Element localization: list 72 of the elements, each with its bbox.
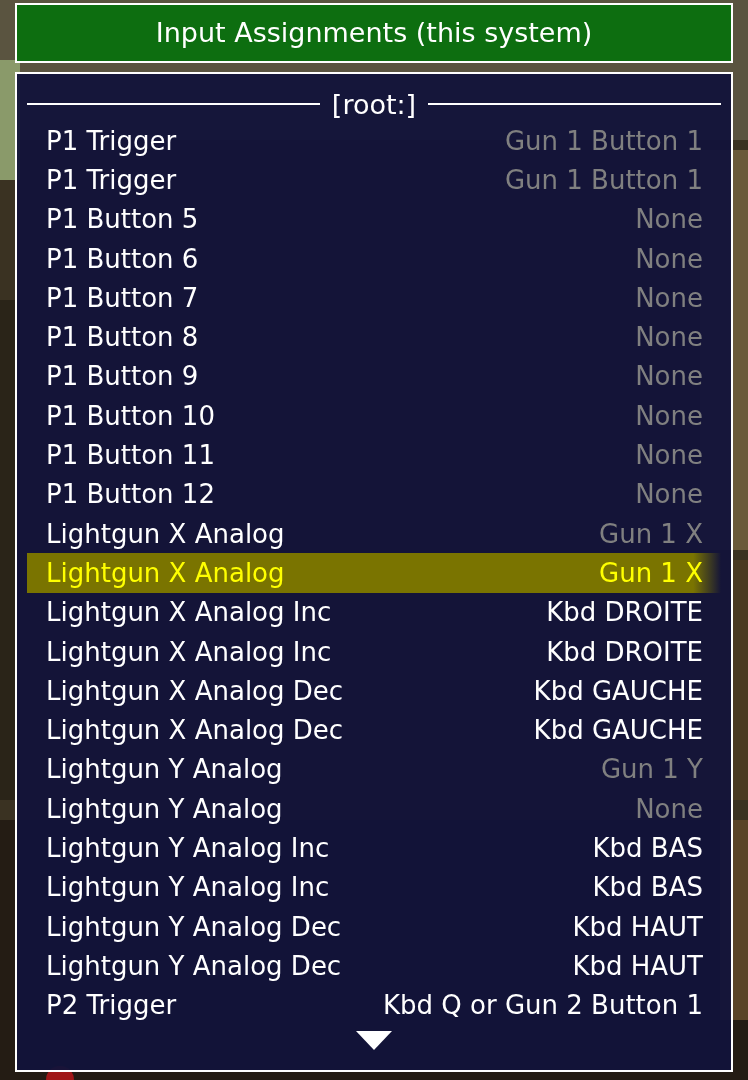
input-binding: Kbd Q or Gun 2 Button 1: [383, 992, 703, 1019]
input-binding: Kbd BAS: [592, 835, 703, 861]
menu-title: Input Assignments (this system): [15, 3, 733, 63]
menu-item[interactable]: Lightgun Y Analog Gun 1 Y: [27, 749, 721, 790]
input-binding: Gun 1 X: [599, 559, 703, 586]
menu-item[interactable]: P1 Button 6 None: [27, 238, 721, 279]
menu-item[interactable]: P1 Button 12 None: [27, 474, 721, 514]
input-name: Lightgun X Analog: [46, 559, 285, 586]
menu-item[interactable]: P2 Trigger Kbd Q or Gun 2 Button 1: [27, 985, 721, 1025]
input-name: Lightgun X Analog Dec: [46, 717, 344, 744]
menu-item[interactable]: Lightgun X Analog Dec Kbd GAUCHE: [27, 710, 721, 750]
input-name: Lightgun Y Analog Dec: [46, 913, 342, 940]
menu-item[interactable]: Lightgun Y Analog Inc Kbd BAS: [27, 828, 721, 868]
input-binding: Kbd BAS: [592, 874, 703, 901]
input-name: Lightgun X Analog: [46, 520, 285, 547]
input-name: P1 Button 6: [46, 245, 199, 272]
input-binding: None: [635, 481, 703, 508]
menu-item[interactable]: P1 Button 10 None: [27, 396, 721, 436]
menu-item[interactable]: Lightgun X Analog Gun 1 X: [27, 553, 721, 593]
menu-item[interactable]: P1 Trigger Gun 1 Button 1: [27, 160, 721, 200]
input-binding: Gun 1 Y: [600, 756, 703, 783]
menu-item[interactable]: Lightgun X Analog Inc Kbd DROITE: [27, 631, 721, 672]
input-name: Lightgun Y Analog: [46, 756, 283, 783]
input-name: Lightgun X Analog Dec: [46, 677, 344, 704]
input-name: Lightgun X Analog Inc: [46, 638, 332, 665]
input-binding: None: [635, 442, 703, 468]
menu-item[interactable]: Lightgun X Analog Gun 1 X: [27, 513, 721, 554]
menu-item[interactable]: Lightgun Y Analog Dec Kbd HAUT: [27, 946, 721, 986]
input-name: Lightgun X Analog Inc: [46, 599, 332, 626]
menu-item[interactable]: P1 Button 8 None: [27, 317, 721, 357]
input-name: P1 Button 7: [46, 284, 199, 311]
input-name: P1 Button 9: [46, 363, 199, 390]
menu-item[interactable]: Lightgun X Analog Inc Kbd DROITE: [27, 592, 721, 632]
input-name: P1 Trigger: [46, 166, 177, 193]
input-binding: None: [635, 363, 703, 390]
input-name: P1 Button 11: [46, 442, 215, 468]
input-name: P1 Button 8: [46, 324, 199, 351]
menu-item[interactable]: P1 Trigger Gun 1 Button 1: [27, 121, 721, 161]
input-binding: Kbd HAUT: [572, 913, 703, 940]
input-binding: None: [635, 402, 703, 429]
input-binding: None: [635, 284, 703, 311]
input-name: P1 Button 5: [46, 206, 199, 233]
input-binding: Kbd HAUT: [572, 952, 703, 979]
menu-item[interactable]: P1 Button 7 None: [27, 278, 721, 318]
menu-item[interactable]: Lightgun X Analog Dec Kbd GAUCHE: [27, 671, 721, 711]
input-binding: None: [635, 245, 703, 272]
input-name: Lightgun Y Analog: [46, 795, 283, 822]
input-binding: None: [635, 324, 703, 351]
scroll-down-icon[interactable]: [356, 1030, 392, 1050]
input-name: P2 Trigger: [46, 992, 177, 1019]
input-name: Lightgun Y Analog Dec: [46, 952, 342, 979]
input-name: P1 Button 10: [46, 402, 215, 429]
input-binding: Gun 1 X: [599, 520, 703, 547]
menu-item[interactable]: Lightgun Y Analog Inc Kbd BAS: [27, 867, 721, 907]
input-binding: Kbd GAUCHE: [533, 677, 703, 704]
menu-item[interactable]: P1 Button 9 None: [27, 356, 721, 397]
input-name: P1 Button 12: [46, 481, 215, 508]
menu-item[interactable]: Lightgun Y Analog Dec Kbd HAUT: [27, 906, 721, 947]
input-binding: Gun 1 Button 1: [504, 127, 703, 154]
menu-item[interactable]: P1 Button 5 None: [27, 199, 721, 239]
input-binding: Gun 1 Button 1: [504, 166, 703, 193]
input-binding: None: [635, 795, 703, 822]
input-binding: Kbd DROITE: [546, 638, 703, 665]
input-binding: Kbd GAUCHE: [533, 717, 703, 744]
input-name: Lightgun Y Analog Inc: [46, 835, 330, 861]
section-heading: [root:]: [331, 90, 417, 118]
input-binding: Kbd DROITE: [546, 599, 703, 626]
input-name: Lightgun Y Analog Inc: [46, 874, 330, 901]
menu-item[interactable]: P1 Button 11 None: [27, 435, 721, 475]
menu-item[interactable]: Lightgun Y Analog None: [27, 789, 721, 829]
input-name: P1 Trigger: [46, 127, 177, 154]
input-binding: None: [635, 206, 703, 233]
